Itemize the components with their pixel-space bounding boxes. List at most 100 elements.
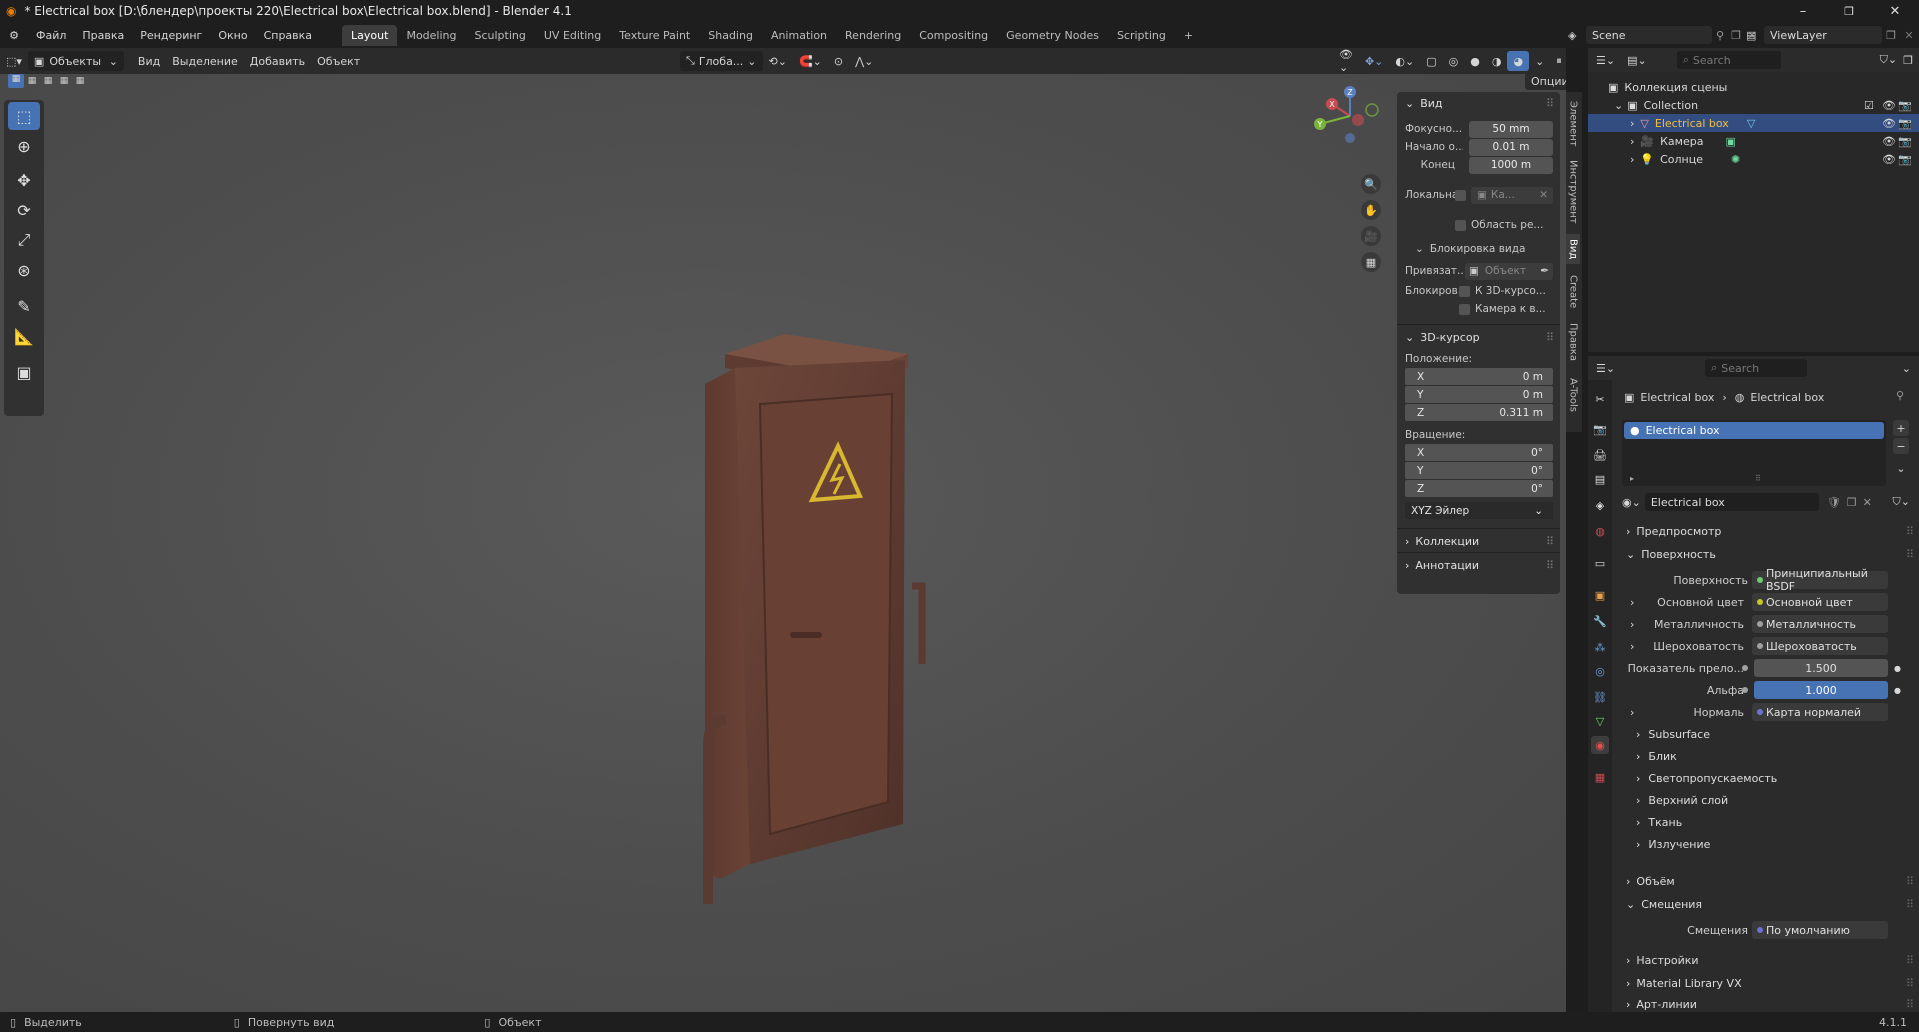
chevron-right-icon[interactable]: › — [1630, 618, 1634, 631]
lock-section-header[interactable]: ⌄ Блокировка вида — [1397, 240, 1560, 258]
transform-tool-icon[interactable]: ⊛ — [8, 256, 40, 284]
annotations-section-header[interactable]: › Аннотации ⠿ — [1397, 554, 1560, 576]
add-cube-tool-icon[interactable]: ▣ — [8, 358, 40, 386]
normal-field[interactable]: Карта нормалей — [1752, 703, 1888, 721]
clip-end-field[interactable]: 1000 m — [1469, 156, 1553, 174]
collections-section-header[interactable]: › Коллекции ⠿ — [1397, 530, 1560, 552]
render-icon[interactable]: 📷 — [1898, 153, 1912, 166]
snap-icon[interactable]: 🧲⌄ — [793, 51, 828, 71]
chevron-right-icon[interactable]: › — [1630, 596, 1634, 609]
alpha-field[interactable]: 1.000 — [1754, 681, 1888, 699]
drag-handle-icon[interactable]: ⠿ — [1906, 525, 1914, 538]
cursor-rotation-y[interactable]: Y 0° — [1405, 462, 1553, 479]
minimize-button[interactable]: – — [1780, 0, 1826, 22]
xray-icon[interactable]: ▢ — [1420, 51, 1442, 71]
socket-icon[interactable] — [1742, 687, 1748, 693]
tab-rendering[interactable]: Rendering — [836, 25, 910, 46]
annotate-tool-icon[interactable]: ✎ — [8, 292, 40, 320]
clip-start-field[interactable]: 0.01 m — [1469, 138, 1553, 156]
overlay-icon[interactable]: ◐⌄ — [1389, 51, 1420, 71]
drag-handle-icon[interactable]: ⠿ — [1906, 977, 1914, 990]
gizmo-toggle-icon[interactable]: ✥⌄ — [1359, 51, 1389, 71]
drag-handle-icon[interactable]: ⠿ — [1906, 548, 1914, 561]
menu-view[interactable]: Вид — [132, 51, 166, 71]
rendered-shading-icon[interactable]: ◕ — [1507, 51, 1530, 71]
render-icon[interactable]: 📷 — [1898, 117, 1912, 130]
texture-tab-icon[interactable]: ▦ — [1591, 768, 1609, 786]
lock-cursor-checkbox[interactable] — [1459, 285, 1470, 297]
constraints-tab-icon[interactable]: ⛓ — [1591, 688, 1609, 706]
surface-section-header[interactable]: ⌄ Поверхность ⠿ — [1626, 544, 1914, 564]
drag-handle-icon[interactable]: ⠿ — [1546, 559, 1554, 572]
mode-selector[interactable]: ▣ Объекты ⌄ — [27, 51, 124, 71]
rotation-mode-dropdown[interactable]: XYZ Эйлер ⌄ — [1405, 502, 1553, 519]
camera-view-icon[interactable]: 🎥 — [1361, 226, 1381, 246]
delete-viewlayer-icon[interactable]: ✕ — [1900, 29, 1918, 42]
tab-item[interactable]: Элемент — [1566, 98, 1580, 150]
chevron-down-icon[interactable]: ⌄ — [1902, 362, 1911, 375]
options-button[interactable]: Опции ⌄ — [1525, 74, 1566, 90]
drag-handle-icon[interactable]: ⠿ — [1906, 875, 1914, 888]
unlink-icon[interactable]: ✕ — [1863, 496, 1872, 509]
expand-list-icon[interactable]: ▸ — [1630, 474, 1634, 483]
display-mode-icon[interactable]: ▤⌄ — [1627, 54, 1647, 67]
emission-section[interactable]: › Излучение — [1636, 834, 1919, 854]
close-button[interactable]: ✕ — [1872, 0, 1918, 22]
local-camera-field[interactable]: ▣ Ка... ✕ — [1471, 186, 1553, 204]
wireframe-shading-icon[interactable]: ◎ — [1443, 51, 1465, 71]
resize-handle-icon[interactable]: ⠿ — [1755, 474, 1761, 483]
keyframe-dot-icon[interactable]: ● — [1894, 664, 1901, 673]
measure-tool-icon[interactable]: 📐 — [8, 322, 40, 350]
particles-tab-icon[interactable]: ⁂ — [1591, 638, 1609, 656]
base-color-field[interactable]: Основной цвет — [1752, 593, 1888, 611]
select-invert-icon[interactable]: ▦ — [56, 76, 72, 86]
scene-selector[interactable]: Scene — [1586, 26, 1712, 44]
proportional-edit-icon[interactable]: ⊙ — [828, 51, 849, 71]
visibility-icon[interactable]: 👁⌄ — [1333, 48, 1359, 74]
render-icon[interactable]: 📷 — [1898, 135, 1912, 148]
pan-hand-icon[interactable]: ✋ — [1361, 200, 1381, 220]
surface-shader-field[interactable]: Принципиальный BSDF — [1752, 567, 1888, 593]
material-slot-item[interactable]: ● Electrical box — [1624, 422, 1884, 439]
maximize-button[interactable]: ❐ — [1826, 0, 1872, 22]
zoom-icon[interactable]: 🔍 — [1361, 174, 1381, 194]
settings-section-header[interactable]: › Настройки ⠿ — [1626, 950, 1914, 970]
navigation-gizmo[interactable]: Z X Y — [1310, 82, 1390, 148]
outliner-item-electrical-box[interactable]: › ▽ Electrical box ▽ 👁 📷 — [1588, 114, 1919, 132]
metallic-field[interactable]: Металличность — [1752, 615, 1888, 633]
material-tab-icon[interactable]: ◉ — [1591, 736, 1609, 754]
output-tab-icon[interactable]: 🖨 — [1591, 446, 1609, 464]
pause-icon[interactable]: ⏸ — [1550, 51, 1568, 71]
cursor-location-z[interactable]: Z 0.311 m — [1405, 404, 1553, 421]
tab-edit[interactable]: Правка — [1566, 320, 1580, 364]
perspective-grid-icon[interactable]: ▦ — [1361, 252, 1381, 272]
cursor-rotation-x[interactable]: X 0° — [1405, 444, 1553, 461]
tab-a-tools[interactable]: A-Tools — [1566, 370, 1580, 420]
coat-section[interactable]: › Верхний слой — [1636, 790, 1919, 810]
physics-tab-icon[interactable]: ◎ — [1591, 662, 1609, 680]
menu-file[interactable]: Файл — [28, 29, 74, 42]
scene-collection-row[interactable]: ▣ Коллекция сцены — [1588, 78, 1919, 96]
rotate-tool-icon[interactable]: ⟳ — [8, 196, 40, 224]
sheen-section[interactable]: › Ткань — [1636, 812, 1919, 832]
material-shading-icon[interactable]: ◑ — [1486, 51, 1508, 71]
slot-menu-icon[interactable]: ⌄ — [1893, 460, 1909, 476]
eye-icon[interactable]: 👁 — [1882, 99, 1896, 112]
new-viewlayer-icon[interactable]: ❐ — [1882, 29, 1900, 42]
focal-length-field[interactable]: 50 mm — [1469, 120, 1553, 138]
tab-layout[interactable]: Layout — [342, 24, 398, 46]
material-library-section-header[interactable]: › Material Library VX ⠿ — [1626, 973, 1914, 993]
drag-handle-icon[interactable]: ⠿ — [1546, 535, 1554, 548]
select-subtract-icon[interactable]: ▦ — [40, 76, 56, 86]
render-region-checkbox[interactable] — [1455, 219, 1466, 231]
tab-compositing[interactable]: Compositing — [910, 25, 997, 46]
drag-handle-icon[interactable]: ⠿ — [1906, 998, 1914, 1011]
menu-help[interactable]: Справка — [256, 29, 320, 42]
drag-handle-icon[interactable]: ⠿ — [1906, 898, 1914, 911]
new-scene-icon[interactable]: ❐ — [1728, 29, 1744, 42]
pin-icon[interactable]: ⚲ — [1896, 389, 1904, 402]
data-tab-icon[interactable]: ▽ — [1591, 712, 1609, 730]
tab-shading[interactable]: Shading — [699, 25, 762, 46]
outliner-search-input[interactable]: ⌕ Search — [1676, 51, 1781, 69]
select-box-tool-icon[interactable]: ⬚ — [8, 102, 40, 130]
